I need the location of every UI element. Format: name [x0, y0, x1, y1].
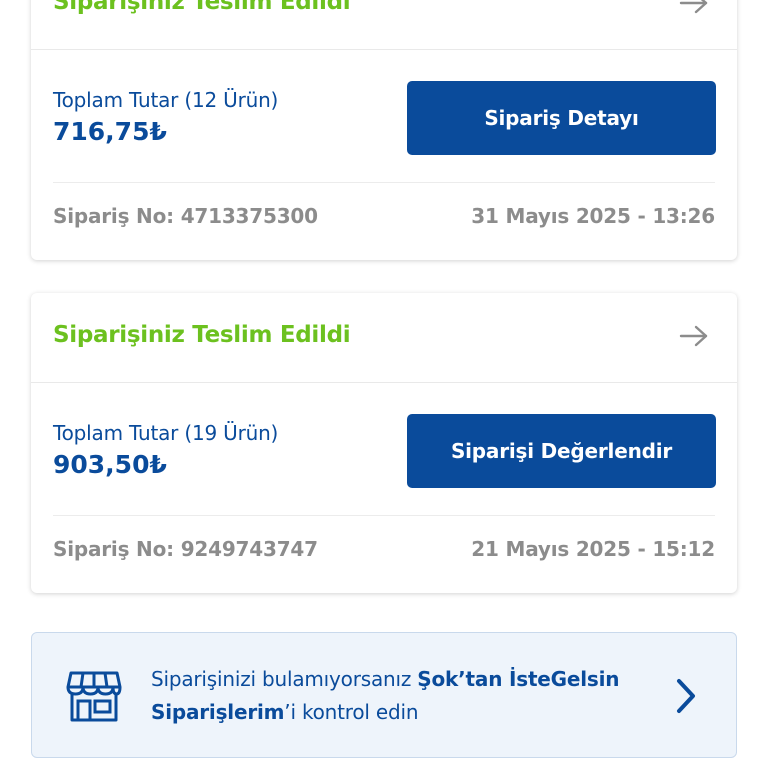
total-amount: 903,50₺	[53, 450, 167, 479]
order-card[interactable]: Siparişiniz Teslim Edildi Toplam Tutar (…	[31, 0, 737, 260]
banner-text: Siparişinizi bulamıyorsanız Şok’tan İste…	[151, 663, 651, 729]
order-number: Sipariş No: 9249743747	[53, 537, 318, 561]
arrow-right-icon[interactable]	[679, 0, 709, 15]
order-card-header[interactable]: Siparişiniz Teslim Edildi	[31, 0, 737, 50]
order-date: 21 Mayıs 2025 - 15:12	[471, 537, 715, 561]
arrow-right-icon[interactable]	[679, 324, 709, 348]
total-label: Toplam Tutar (12 Ürün)	[53, 88, 279, 112]
divider	[53, 182, 715, 183]
banner-text-prefix: Siparişinizi bulamıyorsanız	[151, 667, 418, 691]
order-card-header[interactable]: Siparişiniz Teslim Edildi	[31, 293, 737, 383]
store-icon	[66, 671, 122, 722]
order-number: Sipariş No: 4713375300	[53, 204, 318, 228]
orders-page: Siparişiniz Teslim Edildi Toplam Tutar (…	[0, 0, 768, 768]
order-status: Siparişiniz Teslim Edildi	[53, 322, 351, 348]
order-detail-button[interactable]: Sipariş Detayı	[407, 81, 716, 155]
order-date: 31 Mayıs 2025 - 13:26	[471, 204, 715, 228]
total-amount: 716,75₺	[53, 117, 167, 146]
total-label: Toplam Tutar (19 Ürün)	[53, 421, 279, 445]
istegelsin-orders-banner[interactable]: Siparişinizi bulamıyorsanız Şok’tan İste…	[31, 632, 737, 758]
order-status: Siparişiniz Teslim Edildi	[53, 0, 351, 15]
chevron-right-icon[interactable]	[674, 677, 698, 715]
divider	[53, 515, 715, 516]
order-card[interactable]: Siparişiniz Teslim Edildi Toplam Tutar (…	[31, 293, 737, 593]
rate-order-button[interactable]: Siparişi Değerlendir	[407, 414, 716, 488]
banner-text-suffix: ’i kontrol edin	[284, 700, 419, 724]
